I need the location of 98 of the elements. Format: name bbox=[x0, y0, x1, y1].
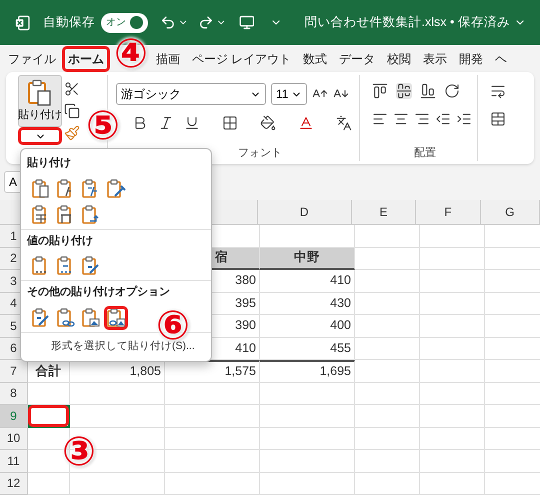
align-top-icon[interactable] bbox=[372, 83, 388, 99]
menu-section-title: 値の貼り付け bbox=[26, 234, 94, 248]
row-header[interactable]: 7 bbox=[0, 360, 28, 382]
brush-icon[interactable] bbox=[64, 125, 80, 141]
ribbon-tab[interactable]: ヘ bbox=[489, 46, 514, 72]
table-cell bbox=[420, 225, 485, 248]
clipboard-icon bbox=[31, 178, 51, 200]
table-cell bbox=[420, 360, 485, 382]
table-cell bbox=[355, 428, 420, 450]
align-bottom-icon[interactable] bbox=[420, 83, 436, 99]
group-label: フォント bbox=[237, 146, 283, 160]
paste-option[interactable] bbox=[104, 306, 128, 330]
row-header[interactable]: 10 bbox=[0, 428, 28, 450]
font-color-icon[interactable] bbox=[298, 115, 314, 131]
indent-increase-icon[interactable] bbox=[456, 111, 472, 127]
table-cell bbox=[420, 270, 485, 292]
clipboard-icon bbox=[81, 306, 101, 328]
clipboard-icon bbox=[81, 204, 101, 226]
highlight-frame bbox=[18, 127, 62, 145]
table-cell bbox=[420, 472, 485, 495]
ribbon-tab[interactable]: ファイル bbox=[2, 46, 62, 72]
align-center-icon[interactable] bbox=[393, 111, 409, 127]
clipboard-icon bbox=[56, 306, 76, 328]
undo-icon[interactable] bbox=[160, 14, 176, 31]
column-header[interactable]: E bbox=[379, 203, 388, 221]
align-left-icon[interactable] bbox=[372, 111, 388, 127]
table-cell bbox=[420, 382, 485, 405]
clipboard-icon bbox=[27, 78, 53, 107]
table-cell bbox=[355, 450, 420, 472]
ribbon-tab[interactable]: 開発 bbox=[453, 46, 490, 72]
table-cell: 中野 bbox=[260, 248, 355, 270]
redo-icon[interactable] bbox=[198, 14, 214, 31]
column-header[interactable]: F bbox=[444, 203, 452, 221]
table-cell bbox=[355, 248, 420, 270]
paste-button[interactable]: 貼り付け bbox=[18, 75, 62, 127]
merge-icon[interactable] bbox=[490, 111, 506, 127]
table-cell bbox=[420, 248, 485, 270]
table-cell bbox=[420, 450, 485, 472]
italic-icon[interactable] bbox=[158, 115, 174, 131]
table-cell bbox=[355, 292, 420, 315]
font-name-field[interactable]: 游ゴシック bbox=[116, 83, 266, 105]
table-cell bbox=[355, 270, 420, 292]
ribbon-tab[interactable]: 数式 bbox=[297, 46, 334, 72]
scissors-icon[interactable] bbox=[64, 81, 80, 97]
paste-option[interactable] bbox=[104, 176, 128, 200]
table-cell bbox=[355, 338, 420, 360]
table-cell bbox=[420, 315, 485, 338]
indent-decrease-icon[interactable] bbox=[435, 111, 451, 127]
borders-icon[interactable] bbox=[222, 115, 238, 131]
table-cell bbox=[355, 405, 420, 428]
ribbon-tab[interactable]: 描画 bbox=[150, 46, 186, 72]
autosave-label: 自動保存 bbox=[42, 14, 95, 32]
table-cell: 410 bbox=[260, 270, 355, 292]
underline-icon[interactable] bbox=[184, 115, 200, 131]
monitor-icon[interactable] bbox=[238, 14, 254, 31]
table-cell: 430 bbox=[260, 292, 355, 315]
document-title: 問い合わせ件数集計.xlsx • 保存済み bbox=[304, 14, 510, 32]
table-cell bbox=[420, 428, 485, 450]
table-cell bbox=[420, 292, 485, 315]
table-cell bbox=[355, 472, 420, 495]
ribbon-tab[interactable]: ページ レイアウト bbox=[186, 46, 298, 72]
callout-number: ④ bbox=[114, 34, 148, 74]
ribbon-tab[interactable]: 表示 bbox=[417, 46, 454, 72]
align-right-icon[interactable] bbox=[414, 111, 430, 127]
group-label: 配置 bbox=[413, 146, 437, 160]
table-cell: 455 bbox=[260, 338, 355, 360]
table-cell bbox=[355, 382, 420, 405]
column-header[interactable]: G bbox=[505, 203, 514, 221]
menu-section-title: 貼り付け bbox=[26, 156, 72, 171]
table-cell bbox=[355, 225, 420, 248]
callout-number: ⑤ bbox=[86, 106, 120, 146]
align-middle-icon[interactable] bbox=[396, 83, 412, 99]
ribbon-tab[interactable]: データ bbox=[333, 46, 382, 72]
copy-icon[interactable] bbox=[64, 103, 80, 119]
column-header[interactable]: D bbox=[300, 203, 309, 221]
phonetic-icon[interactable] bbox=[336, 115, 352, 131]
row-header[interactable]: 11 bbox=[0, 450, 28, 472]
table-cell bbox=[420, 338, 485, 360]
callout-number: ③ bbox=[62, 432, 96, 472]
spreadsheet-icon bbox=[14, 14, 31, 32]
row-header[interactable]: 12 bbox=[0, 472, 28, 495]
autosave-toggle[interactable]: オン bbox=[100, 12, 148, 32]
clipboard-icon bbox=[106, 178, 126, 200]
row-header[interactable]: 8 bbox=[0, 382, 28, 405]
table-cell: 400 bbox=[260, 315, 355, 338]
table-cell bbox=[28, 472, 70, 495]
font-size-field[interactable]: 11 bbox=[271, 83, 307, 105]
table-cell bbox=[420, 405, 485, 428]
table-cell: 1,695 bbox=[260, 360, 355, 382]
clipboard-icon bbox=[81, 255, 101, 277]
fill-color-icon[interactable] bbox=[260, 115, 276, 131]
clipboard-icon bbox=[31, 306, 51, 328]
ribbon-tab[interactable]: 校閲 bbox=[381, 46, 418, 72]
table-cell bbox=[355, 360, 420, 382]
orientation-icon[interactable] bbox=[444, 83, 460, 99]
table-cell bbox=[355, 315, 420, 338]
paste-arrow-button[interactable] bbox=[18, 127, 62, 145]
wrap-text-icon[interactable] bbox=[490, 83, 506, 99]
